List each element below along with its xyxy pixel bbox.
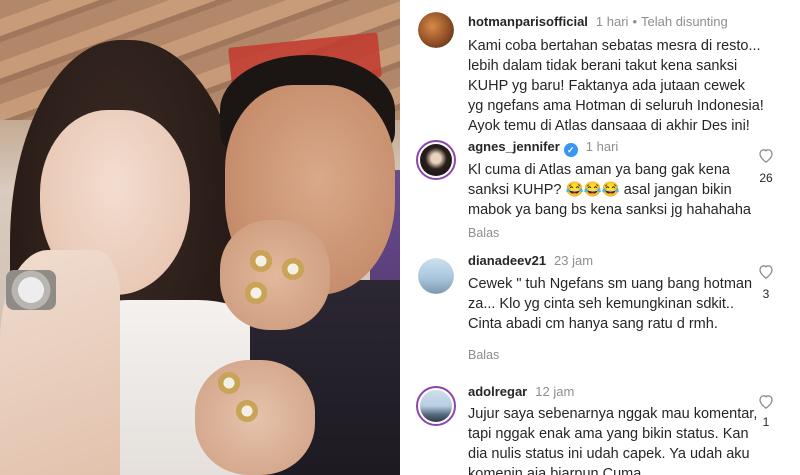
- heart-icon: [759, 395, 773, 409]
- comment-username[interactable]: adolregar: [468, 384, 527, 399]
- verified-badge-icon: ✓: [563, 143, 578, 157]
- ring: [236, 400, 258, 422]
- heart-icon: [759, 265, 773, 279]
- caption-text: Kami coba bertahan sebatas mesra di rest…: [468, 38, 764, 134]
- like-button[interactable]: 1: [754, 394, 778, 429]
- wristwatch: [6, 270, 56, 310]
- comment-username[interactable]: agnes_jennifer: [468, 139, 560, 154]
- like-count: 3: [762, 287, 770, 301]
- avatar[interactable]: [416, 386, 456, 426]
- man-hand: [220, 220, 330, 330]
- comment-time[interactable]: 1 hari: [586, 139, 619, 154]
- like-button[interactable]: 3: [754, 264, 778, 301]
- avatar[interactable]: [418, 12, 454, 48]
- post-header: hotmanparisofficial 1 hari • Telah disuntin…: [468, 13, 728, 31]
- like-count: 1: [762, 415, 770, 429]
- edited-label: Telah disunting: [641, 14, 728, 29]
- comment-item: adolregar 12 jam Jujur saya sebenarnya ng…: [400, 382, 800, 475]
- ring: [250, 250, 272, 272]
- comment-time[interactable]: 23 jam: [554, 253, 593, 268]
- ring: [218, 372, 240, 394]
- comment-username[interactable]: dianadeev21: [468, 253, 546, 268]
- post-photo[interactable]: [0, 0, 400, 475]
- comment-time[interactable]: 12 jam: [535, 384, 574, 399]
- comment-header: dianadeev21 23 jam: [468, 252, 593, 270]
- comment-item: agnes_jennifer ✓ 1 hari Kl cuma di Atlas a…: [400, 136, 800, 246]
- comment-text: Kl cuma di Atlas aman ya bang gak kena s…: [468, 162, 751, 218]
- comment-text: Jujur saya sebenarnya nggak mau komentar…: [468, 406, 758, 475]
- ring: [282, 258, 304, 280]
- comment-header: agnes_jennifer ✓ 1 hari: [468, 138, 619, 157]
- post-username[interactable]: hotmanparisofficial: [468, 14, 588, 29]
- like-count: 26: [759, 171, 773, 185]
- comment-header: adolregar 12 jam: [468, 383, 574, 401]
- comment-text: Cewek " tuh Ngefans sm uang bang hotman …: [468, 276, 753, 332]
- heart-icon: [759, 149, 773, 163]
- avatar[interactable]: [416, 140, 456, 180]
- reply-button[interactable]: Balas: [468, 348, 499, 362]
- comments-panel: hotmanparisofficial 1 hari • Telah disuntin…: [400, 0, 800, 475]
- comment-item: dianadeev21 23 jam Cewek " tuh Ngefans sm…: [400, 252, 800, 364]
- post-caption: hotmanparisofficial 1 hari • Telah disuntin…: [400, 12, 800, 134]
- ring: [245, 282, 267, 304]
- avatar[interactable]: [418, 258, 454, 294]
- reply-button[interactable]: Balas: [468, 226, 499, 240]
- separator-dot: •: [632, 14, 638, 29]
- post-time[interactable]: 1 hari: [596, 14, 629, 29]
- like-button[interactable]: 26: [754, 148, 778, 185]
